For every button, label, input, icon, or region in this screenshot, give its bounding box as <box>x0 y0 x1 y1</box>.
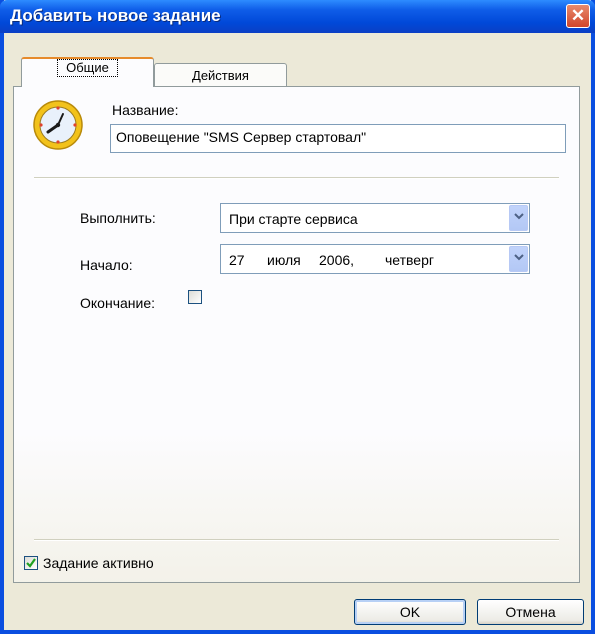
title-bar[interactable]: Добавить новое задание ✕ <box>0 0 595 33</box>
chevron-down-icon <box>514 213 524 220</box>
start-weekday[interactable]: четверг <box>385 252 434 268</box>
name-label: Название: <box>112 102 179 118</box>
active-label: Задание активно <box>43 555 154 571</box>
close-icon: ✕ <box>570 6 586 25</box>
start-date-picker[interactable]: 27 июля 2006, четверг <box>220 244 530 274</box>
name-field[interactable]: Оповещение "SMS Сервер стартовал" <box>110 124 566 153</box>
cancel-button[interactable]: Отмена <box>477 599 584 625</box>
execute-dropdown-button[interactable] <box>509 205 528 231</box>
start-month[interactable]: июля <box>267 252 301 268</box>
start-year[interactable]: 2006, <box>319 252 354 268</box>
tab-actions[interactable]: Действия <box>154 63 287 87</box>
chevron-down-icon <box>514 254 524 261</box>
separator-top <box>34 177 559 179</box>
ok-button[interactable]: OK <box>354 599 466 625</box>
start-day[interactable]: 27 <box>229 252 245 268</box>
end-label: Окончание: <box>80 295 155 311</box>
start-label: Начало: <box>80 257 133 273</box>
tab-general[interactable]: Общие <box>21 57 154 87</box>
clock-icon <box>33 100 83 150</box>
execute-label: Выполнить: <box>80 210 156 226</box>
window-title: Добавить новое задание <box>10 6 221 25</box>
tab-actions-label: Действия <box>192 68 249 83</box>
active-checkbox[interactable] <box>24 556 38 570</box>
tab-general-label: Общие <box>57 59 118 77</box>
start-dropdown-button[interactable] <box>509 246 528 272</box>
tab-panel-general: Название: Оповещение "SMS Сервер стартов… <box>13 86 580 583</box>
separator-bottom <box>34 539 559 541</box>
close-button[interactable]: ✕ <box>566 4 590 28</box>
checkmark-icon <box>26 558 36 568</box>
execute-select[interactable]: При старте сервиса <box>220 203 530 233</box>
end-checkbox[interactable] <box>188 290 202 304</box>
execute-value: При старте сервиса <box>229 211 358 227</box>
